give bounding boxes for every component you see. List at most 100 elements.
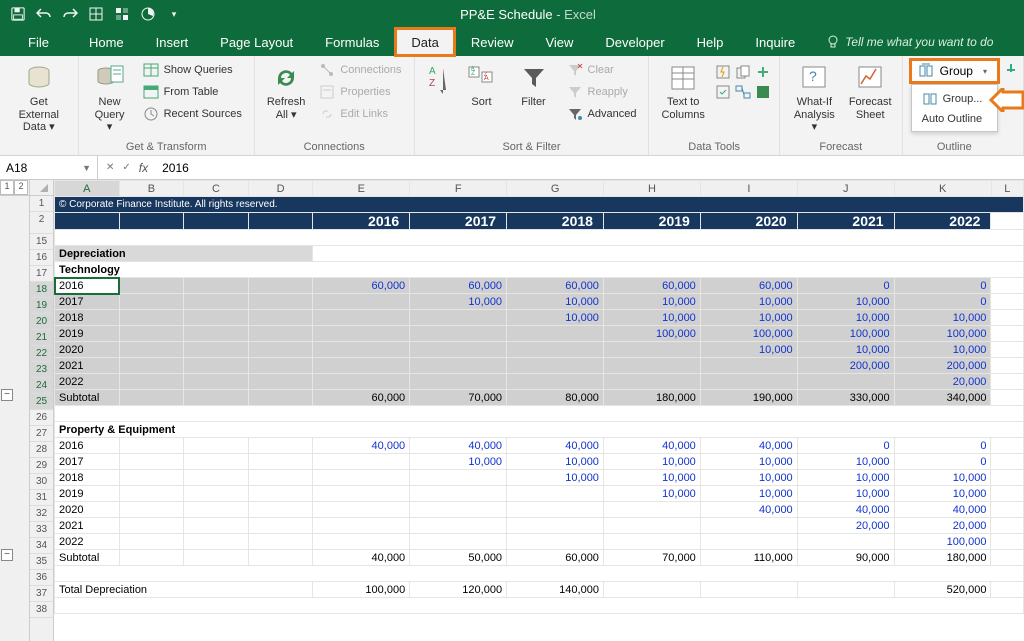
ungroup-icon[interactable] <box>1003 62 1019 78</box>
tab-formulas[interactable]: Formulas <box>309 28 395 56</box>
recent-sources-button[interactable]: Recent Sources <box>139 104 246 124</box>
quick-access-toolbar: ▾ <box>0 6 192 22</box>
tab-file[interactable]: File <box>12 28 65 56</box>
outline-level-2[interactable]: 2 <box>14 180 28 195</box>
new-query-button[interactable]: New Query ▾ <box>87 60 133 136</box>
manage-data-model-icon[interactable] <box>755 84 771 100</box>
table-row: Property & Equipment <box>55 422 1024 438</box>
group-menu-icon <box>922 91 938 107</box>
table-row: Total Depreciation 100,000120,000140,000… <box>55 582 1024 598</box>
show-queries-button[interactable]: Show Queries <box>139 60 246 80</box>
cells-grid[interactable]: © Corporate Finance Institute. All right… <box>54 196 1024 614</box>
from-table-button[interactable]: From Table <box>139 82 246 102</box>
table-row: Subtotal 60,00070,00080,000180,000190,00… <box>55 390 1024 406</box>
cancel-icon[interactable]: ✕ <box>106 162 114 173</box>
table-row: 2018 10,00010,00010,00010,00010,000 <box>55 470 1024 486</box>
edit-links-button: Edit Links <box>315 104 405 124</box>
worksheet[interactable]: − − 1 2 15 16 17 18 19 20 21 22 23 24 25… <box>0 196 1024 641</box>
table-icon <box>143 62 159 78</box>
ribbon: Get External Data ▾ New Query ▾ Show Que… <box>0 56 1024 156</box>
consolidate-icon[interactable] <box>755 64 771 80</box>
table-row: 2017 10,00010,00010,00010,00010,0000 <box>55 454 1024 470</box>
tab-page-layout[interactable]: Page Layout <box>204 28 309 56</box>
tell-me-search[interactable]: Tell me what you want to do <box>826 28 993 56</box>
links-icon <box>319 106 335 122</box>
save-icon[interactable] <box>10 6 26 22</box>
undo-icon[interactable] <box>36 6 52 22</box>
lightbulb-icon <box>826 35 840 49</box>
group-button[interactable]: Group ▾ <box>911 60 998 82</box>
tab-developer[interactable]: Developer <box>589 28 680 56</box>
auto-outline-menu-item[interactable]: Auto Outline <box>916 110 993 128</box>
advanced-button[interactable]: Advanced <box>563 104 641 124</box>
forecast-sheet-button[interactable]: Forecast Sheet <box>847 60 894 123</box>
data-validation-icon[interactable] <box>715 84 731 100</box>
remove-duplicates-icon[interactable] <box>735 64 751 80</box>
ribbon-group-external: Get External Data ▾ <box>0 56 79 155</box>
new-query-icon <box>94 62 126 94</box>
enter-icon[interactable]: ✓ <box>122 162 130 173</box>
clear-icon <box>567 62 583 78</box>
filter-button[interactable]: Filter <box>511 60 557 111</box>
ribbon-group-outline: Group ▾ Group... Auto Outline Outline <box>903 56 1024 155</box>
select-all-cell[interactable] <box>30 180 54 195</box>
table-row: 2022 100,000 <box>55 534 1024 550</box>
reapply-button: Reapply <box>563 82 641 102</box>
table-row: 2019 10,00010,00010,00010,000 <box>55 486 1024 502</box>
group-menu-item[interactable]: Group... <box>916 88 993 110</box>
outline-gutter[interactable]: − − <box>0 196 30 641</box>
tab-insert[interactable]: Insert <box>140 28 205 56</box>
connections-button[interactable]: Connections <box>315 60 405 80</box>
tab-home[interactable]: Home <box>73 28 140 56</box>
table-row: 2018 10,00010,00010,00010,00010,000 <box>55 310 1024 326</box>
ribbon-group-connections: Refresh All ▾ Connections Properties Edi… <box>255 56 415 155</box>
table-row: 2016 40,00040,00040,00040,00040,00000 <box>55 438 1024 454</box>
chart-icon[interactable] <box>140 6 156 22</box>
get-external-data-button[interactable]: Get External Data ▾ <box>8 60 70 136</box>
forecast-icon <box>854 62 886 94</box>
relationships-icon[interactable] <box>735 84 751 100</box>
outline-level-1[interactable]: 1 <box>0 180 14 195</box>
table-row: 2021 20,00020,000 <box>55 518 1024 534</box>
ribbon-group-data-tools: Text to Columns Data Tools <box>649 56 779 155</box>
tab-data[interactable]: Data <box>395 28 454 56</box>
tab-help[interactable]: Help <box>681 28 740 56</box>
svg-text:A: A <box>429 66 436 77</box>
reapply-icon <box>567 84 583 100</box>
properties-icon <box>319 84 335 100</box>
recent-icon <box>143 106 159 122</box>
properties-button: Properties <box>315 82 405 102</box>
text-to-columns-button[interactable]: Text to Columns <box>657 60 708 123</box>
table-row: 2019 100,000100,000100,000100,000 <box>55 326 1024 342</box>
window-title: PP&E Schedule - Excel <box>192 7 864 22</box>
table-row: Technology <box>55 262 1024 278</box>
flash-fill-icon[interactable] <box>715 64 731 80</box>
refresh-icon <box>270 62 302 94</box>
tab-review[interactable]: Review <box>455 28 530 56</box>
database-icon <box>23 62 55 94</box>
title-bar: ▾ PP&E Schedule - Excel <box>0 0 1024 28</box>
sort-az-button[interactable]: AZ <box>423 60 453 106</box>
fx-icon[interactable]: fx <box>139 161 148 175</box>
row-headers[interactable]: 1 2 15 16 17 18 19 20 21 22 23 24 25 26 … <box>30 196 54 641</box>
refresh-all-button[interactable]: Refresh All ▾ <box>263 60 310 123</box>
outline-collapse-icon[interactable]: − <box>1 549 13 561</box>
tab-inquire[interactable]: Inquire <box>739 28 811 56</box>
formula-input[interactable] <box>156 161 317 175</box>
table-row: Subtotal 40,00050,00060,00070,000110,000… <box>55 550 1024 566</box>
table-row: 2022 20,000 <box>55 374 1024 390</box>
redo-icon[interactable] <box>62 6 78 22</box>
advanced-icon <box>567 106 583 122</box>
what-if-button[interactable]: ? What-If Analysis ▾ <box>788 60 841 136</box>
qat-customize-icon[interactable]: ▾ <box>166 6 182 22</box>
fill-color-icon[interactable] <box>114 6 130 22</box>
column-headers[interactable]: ABCD EFGH IJKL <box>55 181 1024 197</box>
sort-button[interactable]: ZAAZ Sort <box>459 60 505 111</box>
borders-icon[interactable] <box>88 6 104 22</box>
name-box[interactable]: A18▼ <box>0 156 98 179</box>
table-row: 2017 10,00010,00010,00010,00010,0000 <box>55 294 1024 310</box>
outline-collapse-icon[interactable]: − <box>1 389 13 401</box>
table-row: © Corporate Finance Institute. All right… <box>55 197 1024 213</box>
tab-view[interactable]: View <box>529 28 589 56</box>
table-row: 2016201720182019202020212022 <box>55 213 1024 230</box>
